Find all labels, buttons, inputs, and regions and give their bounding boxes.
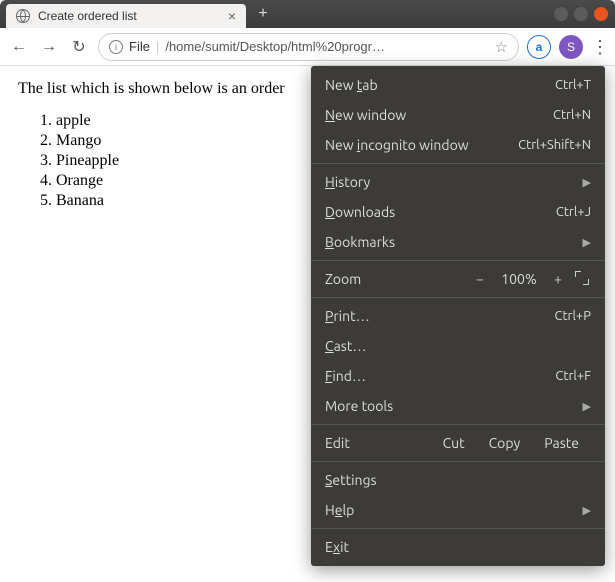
menu-paste[interactable]: Paste — [532, 435, 591, 451]
menu-zoom: Zoom − 100% + — [311, 264, 605, 294]
menu-edit-row: Edit Cut Copy Paste — [311, 428, 605, 458]
bookmark-star-icon[interactable]: ☆ — [495, 38, 508, 56]
close-tab-icon[interactable]: × — [228, 8, 236, 24]
menu-settings[interactable]: Settings — [311, 465, 605, 495]
profile-avatar[interactable]: S — [559, 35, 583, 59]
back-button[interactable]: ← — [8, 38, 30, 56]
title-bar: Create ordered list × + — [0, 0, 615, 28]
menu-history[interactable]: History ▶ — [311, 167, 605, 197]
menu-cast[interactable]: Cast… — [311, 331, 605, 361]
forward-button[interactable]: → — [38, 38, 60, 56]
minimize-icon[interactable] — [553, 6, 569, 22]
menu-separator — [311, 163, 605, 164]
menu-exit[interactable]: Exit — [311, 532, 605, 562]
browser-tab[interactable]: Create ordered list × — [6, 4, 246, 28]
address-bar[interactable]: i File | /home/sumit/Desktop/html%20prog… — [98, 33, 519, 61]
menu-find[interactable]: Find… Ctrl+F — [311, 361, 605, 391]
submenu-arrow-icon: ▶ — [583, 236, 591, 249]
menu-more-tools[interactable]: More tools ▶ — [311, 391, 605, 421]
zoom-in-button[interactable]: + — [549, 271, 567, 287]
new-tab-button[interactable]: + — [252, 3, 274, 25]
menu-print[interactable]: Print… Ctrl+P — [311, 301, 605, 331]
maximize-icon[interactable] — [573, 6, 589, 22]
menu-new-tab[interactable]: New tab Ctrl+T — [311, 70, 605, 100]
menu-copy[interactable]: Copy — [477, 435, 533, 451]
zoom-value: 100% — [497, 271, 541, 287]
toolbar: ← → ↻ i File | /home/sumit/Desktop/html%… — [0, 28, 615, 66]
fullscreen-icon — [575, 271, 589, 285]
url-scheme: File — [129, 39, 150, 54]
menu-help[interactable]: Help ▶ — [311, 495, 605, 525]
menu-separator — [311, 461, 605, 462]
site-info-icon[interactable]: i — [109, 40, 123, 54]
submenu-arrow-icon: ▶ — [583, 400, 591, 413]
menu-separator — [311, 424, 605, 425]
menu-separator — [311, 297, 605, 298]
menu-button[interactable]: ⋮ — [591, 38, 607, 56]
zoom-out-button[interactable]: − — [471, 271, 489, 287]
menu-bookmarks[interactable]: Bookmarks ▶ — [311, 227, 605, 257]
menu-downloads[interactable]: Downloads Ctrl+J — [311, 197, 605, 227]
window-controls — [553, 6, 609, 22]
fullscreen-button[interactable] — [575, 271, 591, 288]
reload-button[interactable]: ↻ — [68, 37, 90, 57]
tab-title: Create ordered list — [38, 9, 137, 23]
menu-separator — [311, 260, 605, 261]
submenu-arrow-icon: ▶ — [583, 504, 591, 517]
submenu-arrow-icon: ▶ — [583, 176, 591, 189]
menu-separator — [311, 528, 605, 529]
browser-menu: New tab Ctrl+T New window Ctrl+N New inc… — [311, 66, 605, 566]
menu-incognito[interactable]: New incognito window Ctrl+Shift+N — [311, 130, 605, 160]
menu-cut[interactable]: Cut — [431, 435, 477, 451]
url-path: /home/sumit/Desktop/html%20progr… — [165, 39, 385, 54]
extension-icon[interactable]: a — [527, 35, 551, 59]
globe-icon — [16, 9, 30, 23]
menu-new-window[interactable]: New window Ctrl+N — [311, 100, 605, 130]
close-window-icon[interactable] — [593, 6, 609, 22]
